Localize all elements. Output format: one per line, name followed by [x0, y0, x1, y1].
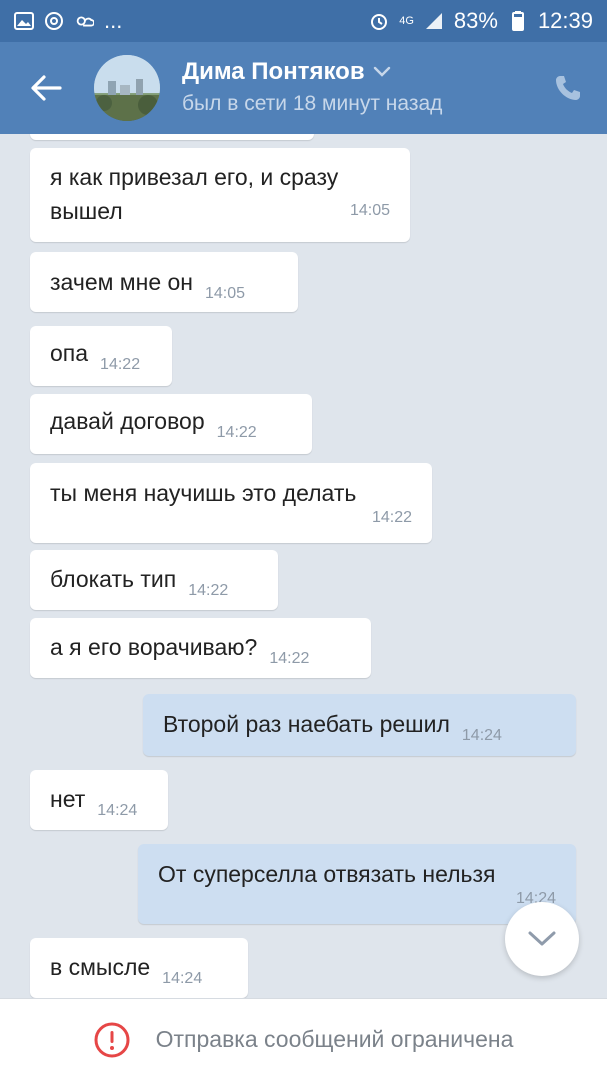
message-bubble-outgoing[interactable]: Второй раз наебать решил 14:24: [143, 694, 576, 756]
restriction-message: Отправка сообщений ограничена: [155, 1026, 514, 1052]
message-time: 14:24: [461, 727, 502, 744]
status-bar-right: 4G 83% 12:39: [369, 8, 593, 34]
status-bar-left: ...: [14, 8, 122, 34]
composer-restricted-bar: Отправка сообщений ограничена: [0, 998, 607, 1080]
message-list[interactable]: я как привезал его, и сразу вышел 14:05 …: [0, 134, 607, 998]
message-bubble[interactable]: я как привезал его, и сразу вышел 14:05: [30, 148, 410, 242]
message-text: давай договор: [50, 408, 205, 434]
message-time: 14:22: [188, 582, 229, 599]
message-bubble[interactable]: зачем мне он 14:05: [30, 252, 298, 312]
message-text: я как привезал его, и сразу: [50, 164, 339, 190]
signal-icon: [424, 12, 444, 30]
message-text: в смысле: [50, 954, 151, 980]
chat-header: Дима Понтяков был в сети 18 минут назад: [0, 42, 607, 134]
message-time: 14:22: [100, 356, 141, 373]
message-text: опа: [50, 340, 89, 366]
chevron-down-icon: [528, 931, 556, 946]
network-type: 4G: [399, 14, 414, 27]
message-time: 14:24: [97, 802, 138, 819]
clock: 12:39: [537, 8, 593, 33]
message-text: Второй раз наебать решил: [163, 711, 450, 737]
chevron-down-icon: [373, 66, 390, 77]
message-bubble[interactable]: давай договор 14:22: [30, 394, 312, 454]
avatar[interactable]: [94, 55, 160, 121]
message-text: нет: [50, 786, 86, 812]
message-text: блокать тип: [50, 566, 177, 592]
scroll-down-button[interactable]: [505, 902, 579, 976]
message-text: вышел: [50, 198, 123, 224]
battery-percent: 83%: [453, 8, 498, 33]
message-bubble[interactable]: блокать тип 14:22: [30, 550, 278, 610]
arrow-left-icon: [31, 75, 62, 101]
message-bubble[interactable]: опа 14:22: [30, 326, 172, 386]
message-time: 14:24: [162, 970, 203, 987]
message-text: ты меня научишь это делать: [50, 480, 357, 506]
more-notifications: ...: [104, 8, 123, 33]
back-button[interactable]: [28, 70, 64, 106]
alarm-icon: [369, 12, 389, 30]
contact-name: Дима Понтяков: [182, 58, 365, 85]
message-time: 14:22: [269, 650, 310, 667]
message-bubble[interactable]: а я его ворачиваю? 14:22: [30, 618, 371, 678]
message-time: 14:05: [349, 202, 390, 219]
message-text: зачем мне он: [50, 269, 193, 295]
message-bubble-partial: [30, 134, 314, 140]
message-text: От суперселла отвязать нельзя: [158, 861, 496, 887]
message-bubble[interactable]: в смысле 14:24: [30, 938, 248, 998]
message-bubble[interactable]: нет 14:24: [30, 770, 168, 830]
message-time: 14:22: [371, 509, 412, 526]
status-bar: ... 4G 83% 12:39: [0, 0, 607, 42]
phone-icon: [556, 76, 580, 100]
last-seen-status: был в сети 18 минут назад: [182, 92, 443, 115]
message-bubble[interactable]: ты меня научишь это делать 14:22: [30, 463, 432, 543]
at-icon: [44, 12, 64, 30]
call-button[interactable]: [548, 68, 588, 108]
message-time: 14:24: [515, 890, 556, 907]
weather-icon: [74, 12, 94, 30]
battery-icon: [508, 11, 528, 31]
message-bubble-outgoing[interactable]: От суперселла отвязать нельзя 14:24: [138, 844, 576, 924]
image-icon: [14, 12, 34, 30]
message-text: а я его ворачиваю?: [50, 634, 258, 660]
alert-icon: [94, 1022, 130, 1057]
contact-name-row[interactable]: Дима Понтяков: [182, 58, 391, 86]
message-time: 14:22: [216, 424, 257, 441]
message-time: 14:05: [205, 285, 246, 302]
